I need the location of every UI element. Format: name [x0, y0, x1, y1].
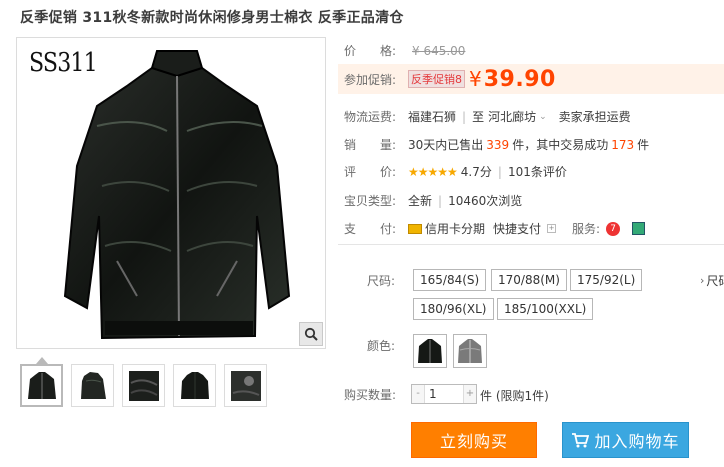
original-price: ¥ 645.00 [412, 43, 466, 58]
color-option-black[interactable] [413, 334, 447, 368]
promo-label: 参加促销: [344, 72, 397, 87]
shipping-sep: | [462, 109, 467, 124]
main-product-image[interactable]: SS311 [16, 37, 326, 349]
sales-suffix: 件 [637, 138, 650, 152]
payment-row: 支 付: 信用卡分期 快捷支付 + 服务: 7 [344, 220, 646, 237]
guarantee-icon[interactable] [632, 222, 646, 235]
jacket-front-thumb-icon [27, 371, 56, 399]
shipping-from: 福建石狮 [408, 110, 457, 124]
promo-row: 参加促销: 反季促销8 ¥ 39.90 [344, 66, 556, 92]
view-count: 10460次浏览 [448, 194, 523, 208]
quantity-limit: 件 (限购1件) [480, 389, 549, 403]
service-label: 服务: [572, 222, 601, 236]
add-to-cart-label: 加入购物车 [594, 432, 680, 451]
rating-stars-icon: ★★★★★ [408, 164, 458, 179]
type-sep: | [438, 193, 443, 208]
size-option-xxl[interactable]: 185/100(XXL) [497, 298, 594, 320]
size-overflow: › 尺码 [700, 272, 724, 289]
jacket-texture-thumb-icon [230, 370, 261, 401]
size-option-l[interactable]: 175/92(L) [570, 269, 643, 291]
chevron-down-icon[interactable]: ⌄ [539, 112, 547, 122]
quick-pay-link[interactable]: 快捷支付 [493, 220, 541, 237]
rating-label: 评 价: [344, 165, 397, 179]
size-option-m[interactable]: 170/88(M) [491, 269, 567, 291]
expand-icon[interactable]: + [547, 224, 557, 233]
jacket-image [63, 50, 291, 340]
payment-label: 支 付: [344, 222, 397, 236]
sales-row: 销 量: 30天内已售出 339 件，其中交易成功 173 件 [344, 136, 649, 153]
currency-symbol: ¥ [469, 67, 482, 91]
color-label: 颜色: [367, 339, 396, 353]
color-option-gray[interactable] [453, 334, 487, 368]
type-label: 宝贝类型: [344, 194, 397, 208]
price-row: 价 格: ¥ 645.00 [344, 42, 465, 59]
promo-tag[interactable]: 反季促销8 [408, 70, 465, 88]
shipping-to[interactable]: 河北廊坊 [488, 108, 536, 125]
shipping-fee: 卖家承担运费 [558, 110, 631, 124]
seven-day-return-icon[interactable]: 7 [606, 221, 621, 236]
jacket-detail-thumb-icon [128, 370, 159, 401]
credit-installment-link[interactable]: 信用卡分期 [425, 220, 485, 237]
jacket-black-icon [418, 339, 442, 363]
shipping-to-prefix: 至 [472, 110, 485, 124]
quantity-increment-button[interactable]: + [464, 385, 476, 403]
credit-card-icon [408, 223, 422, 234]
section-divider [338, 244, 724, 245]
product-title: 反季促销 311秋冬新款时尚休闲修身男士棉衣 反季正品清仓 [20, 10, 404, 26]
quantity-label: 购买数量: [344, 388, 397, 402]
zoom-button[interactable] [299, 322, 323, 346]
magnifier-icon [304, 327, 318, 341]
quantity-input[interactable] [424, 385, 464, 403]
rating-row: 评 价: ★★★★★ 4.7分 | 101条评价 [344, 163, 567, 180]
item-condition: 全新 [408, 194, 433, 208]
size-label: 尺码: [367, 274, 396, 288]
thumbnail-active-caret [36, 357, 48, 364]
price-label: 价 格: [344, 44, 397, 58]
promo-price: 39.90 [483, 66, 556, 92]
rating-score: 4.7分 [460, 165, 492, 179]
sales-prefix: 30天内已售出 [408, 138, 484, 152]
thumbnail-5[interactable] [224, 364, 267, 407]
quantity-stepper: - + [411, 384, 477, 404]
shipping-row: 物流运费: 福建石狮 | 至 河北廊坊 ⌄ 卖家承担运费 [344, 108, 631, 125]
quantity-decrement-button[interactable]: - [412, 385, 424, 403]
size-overflow-label: 尺码 [706, 274, 724, 288]
sales-mid: 件，其中交易成功 [512, 138, 609, 152]
chevron-right-icon: › [700, 274, 705, 287]
thumbnail-2[interactable] [71, 364, 114, 407]
review-count[interactable]: 101条评价 [508, 163, 567, 180]
thumbnail-4[interactable] [173, 364, 216, 407]
sold-count: 339 [486, 137, 510, 152]
shopping-cart-icon [572, 433, 590, 448]
add-to-cart-button[interactable]: 加入购物车 [562, 422, 689, 458]
buy-now-button[interactable]: 立刻购买 [411, 422, 537, 458]
type-row: 宝贝类型: 全新 | 10460次浏览 [344, 192, 522, 209]
shipping-label: 物流运费: [344, 110, 397, 124]
size-option-s[interactable]: 165/84(S) [413, 269, 487, 291]
thumbnail-3[interactable] [122, 364, 165, 407]
jacket-side-thumb-icon [80, 371, 106, 399]
size-option-xl[interactable]: 180/96(XL) [413, 298, 494, 320]
sales-label: 销 量: [344, 138, 397, 152]
buy-now-label: 立刻购买 [439, 432, 508, 451]
jacket-back-thumb-icon [180, 371, 209, 399]
thumbnail-strip [20, 364, 267, 407]
rating-sep: | [497, 164, 502, 179]
thumbnail-1[interactable] [20, 364, 63, 407]
jacket-gray-icon [458, 339, 482, 363]
success-count: 173 [611, 137, 635, 152]
